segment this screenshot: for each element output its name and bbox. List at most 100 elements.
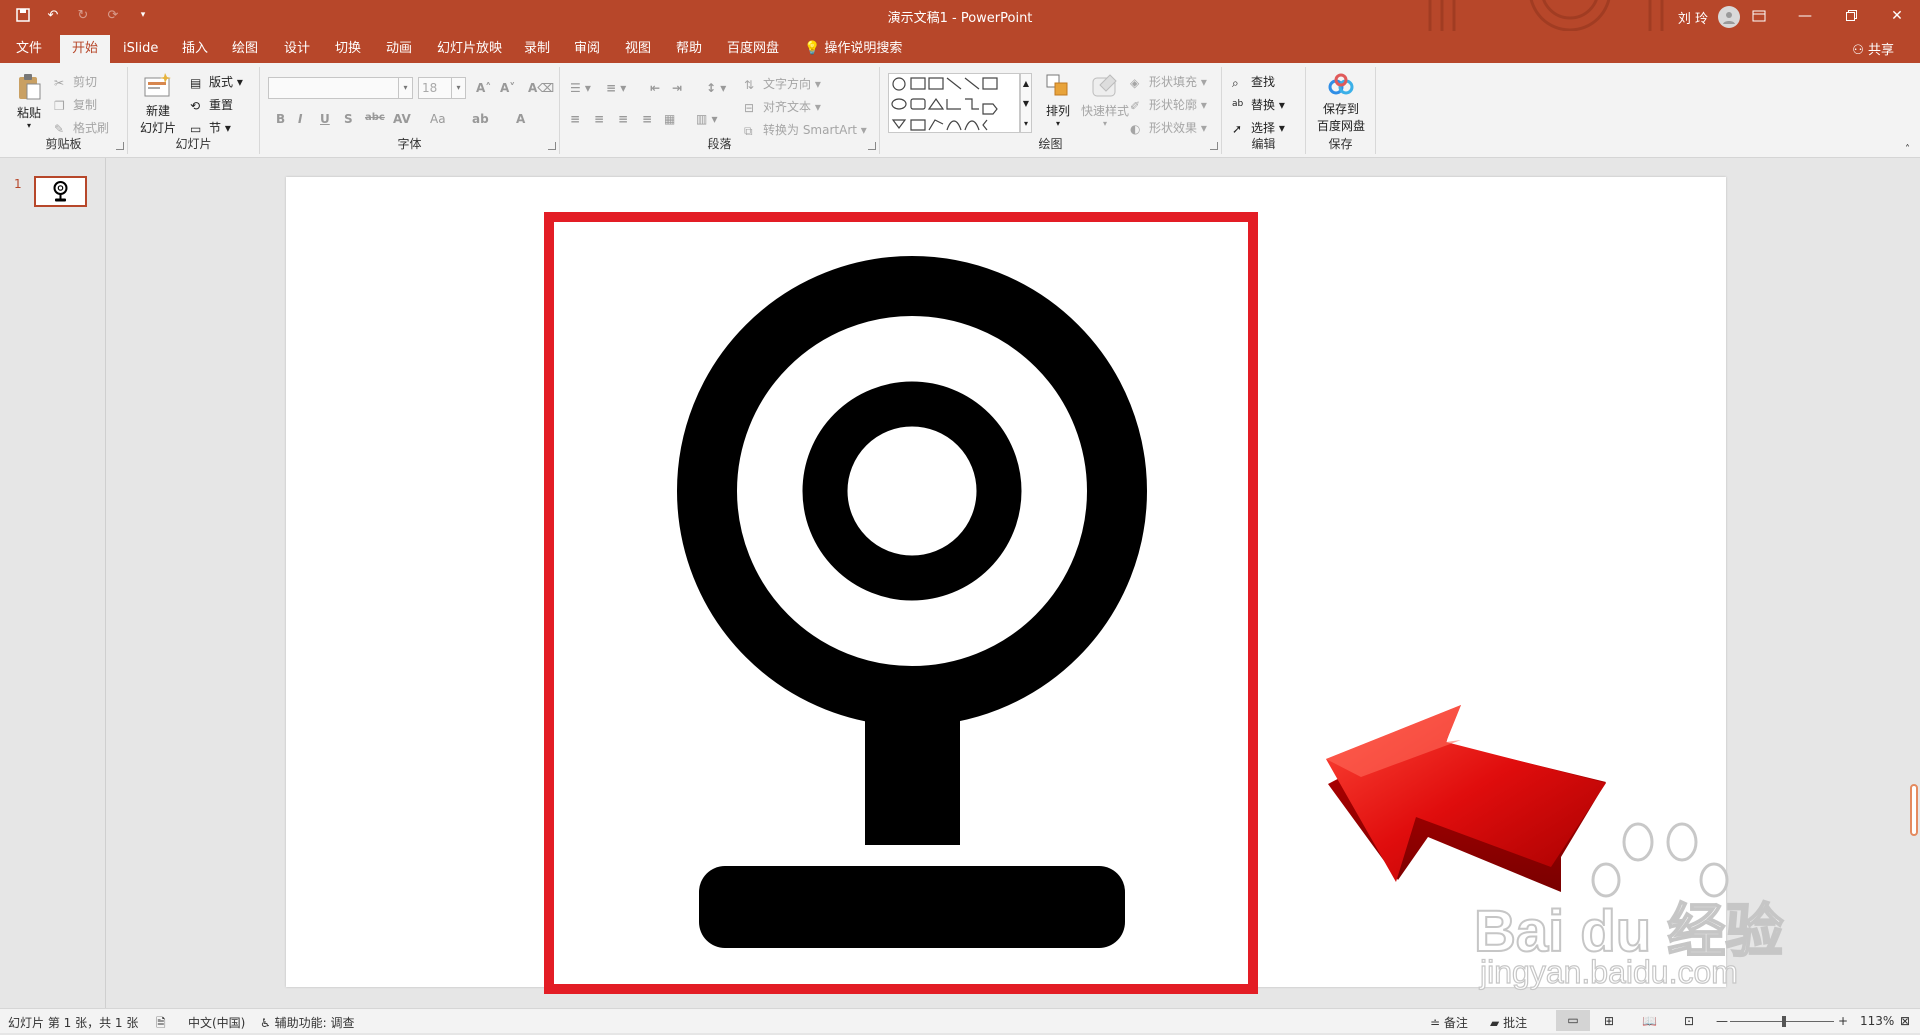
- title-bar: ↶ ↻ ⟳ ▾ 演示文稿1 - PowerPoint 刘 玲 — ✕: [0, 0, 1920, 31]
- user-account[interactable]: 刘 玲: [1678, 6, 1740, 28]
- vertical-scrollbar-thumb[interactable]: [1910, 784, 1918, 836]
- select-button[interactable]: ➚ 选择 ▾: [1232, 119, 1285, 136]
- font-launcher[interactable]: [548, 142, 556, 150]
- decrease-font-icon[interactable]: A˅: [500, 81, 515, 95]
- thumbnail-webcam-icon: [53, 181, 68, 202]
- decrease-indent-icon[interactable]: ⇤: [650, 81, 660, 95]
- language-indicator[interactable]: 中文(中国): [188, 1014, 245, 1031]
- font-size-combo[interactable]: 18 ▾: [418, 77, 466, 99]
- zoom-out-icon[interactable]: —: [1716, 1014, 1728, 1028]
- tab-draw[interactable]: 绘图: [232, 37, 258, 63]
- shape-fill-button[interactable]: ◈ 形状填充 ▾: [1130, 73, 1207, 90]
- tab-review[interactable]: 审阅: [574, 37, 600, 63]
- slide-canvas[interactable]: [286, 177, 1726, 994]
- align-center-icon[interactable]: ≡: [594, 112, 604, 126]
- slide-sorter-icon[interactable]: ⊞: [1604, 1014, 1614, 1028]
- align-left-icon[interactable]: ≡: [570, 112, 580, 126]
- tab-file[interactable]: 文件: [16, 37, 42, 63]
- italic-icon[interactable]: I: [298, 112, 302, 126]
- normal-view-icon[interactable]: ▭: [1556, 1010, 1590, 1031]
- line-spacing-icon[interactable]: ↕ ▾: [706, 81, 726, 95]
- close-icon[interactable]: ✕: [1874, 0, 1920, 31]
- copy-button[interactable]: ❐ 复制: [54, 96, 97, 113]
- font-color-icon[interactable]: A: [516, 112, 525, 126]
- change-case-icon[interactable]: Aa: [430, 112, 446, 126]
- zoom-in-icon[interactable]: +: [1838, 1014, 1848, 1028]
- tab-home[interactable]: 开始: [60, 35, 111, 63]
- fit-to-window-icon[interactable]: ⊠: [1900, 1014, 1910, 1028]
- drawing-launcher[interactable]: [1210, 142, 1218, 150]
- group-drawing: ▲ ▼ ▾ 排列 ▾ 快速样式 ▾ ◈ 形状填充 ▾ ✐ 形状轮廓 ▾ ◐ 形状效果 ▾ …: [880, 67, 1222, 154]
- strikethrough-icon[interactable]: abc: [365, 112, 385, 123]
- spell-check-icon[interactable]: 🗎: [156, 1014, 166, 1035]
- shape-effects-button[interactable]: ◐ 形状效果 ▾: [1130, 119, 1207, 136]
- layout-button[interactable]: ▤ 版式 ▾: [190, 73, 243, 90]
- collapse-ribbon-icon[interactable]: ˄: [1905, 144, 1910, 155]
- brush-icon: ✎: [54, 121, 65, 136]
- underline-icon[interactable]: U: [320, 112, 330, 126]
- red-arrow-icon[interactable]: [1326, 705, 1606, 892]
- tab-slideshow[interactable]: 幻灯片放映: [437, 37, 502, 63]
- notes-button[interactable]: ≐ 备注: [1430, 1014, 1468, 1031]
- zoom-slider-thumb[interactable]: [1782, 1016, 1786, 1027]
- minimize-icon[interactable]: —: [1782, 0, 1828, 31]
- tab-help[interactable]: 帮助: [676, 37, 702, 63]
- increase-font-icon[interactable]: A˄: [476, 81, 491, 95]
- share-button[interactable]: ⚇ 共享: [1852, 39, 1894, 58]
- align-right-icon[interactable]: ≡: [618, 112, 628, 126]
- bullets-icon[interactable]: ☰ ▾: [570, 81, 591, 95]
- shadow-icon[interactable]: S: [344, 112, 353, 126]
- highlight-icon[interactable]: ab: [472, 112, 489, 126]
- replace-button[interactable]: ab 替换 ▾: [1232, 96, 1285, 113]
- clear-format-icon[interactable]: A⌫: [528, 81, 554, 95]
- tab-view[interactable]: 视图: [625, 37, 651, 63]
- cut-button[interactable]: ✂ 剪切: [54, 73, 97, 90]
- bold-icon[interactable]: B: [276, 112, 285, 126]
- columns-icon[interactable]: ▥ ▾: [696, 112, 718, 126]
- text-direction-button[interactable]: ⇅ 文字方向 ▾: [744, 75, 821, 92]
- tell-me-search[interactable]: 💡 操作说明搜索: [804, 37, 902, 63]
- tab-islide[interactable]: iSlide: [123, 37, 158, 63]
- tab-insert[interactable]: 插入: [182, 37, 208, 63]
- quick-styles-button[interactable]: 快速样式 ▾: [1080, 73, 1130, 128]
- new-slide-button[interactable]: 新建 幻灯片: [136, 73, 180, 136]
- shape-effects-label: 形状效果: [1149, 121, 1198, 135]
- share-label: 共享: [1867, 43, 1894, 58]
- slideshow-icon[interactable]: ⊡: [1684, 1014, 1694, 1028]
- notes-icon: ≐: [1430, 1016, 1441, 1030]
- reading-view-icon[interactable]: 📖: [1642, 1014, 1657, 1028]
- shape-outline-button[interactable]: ✐ 形状轮廓 ▾: [1130, 96, 1207, 113]
- numbering-icon[interactable]: ≡ ▾: [606, 81, 626, 95]
- slide-thumbnail-pane: 1: [0, 158, 106, 1008]
- format-painter-button[interactable]: ✎ 格式刷: [54, 119, 109, 136]
- char-spacing-icon[interactable]: AV: [393, 112, 411, 126]
- font-name-combo[interactable]: ▾: [268, 77, 413, 99]
- shapes-gallery-scroll[interactable]: ▲ ▼ ▾: [1020, 73, 1032, 133]
- clipboard-launcher[interactable]: [116, 142, 124, 150]
- tab-animations[interactable]: 动画: [386, 37, 412, 63]
- zoom-level[interactable]: 113%: [1860, 1014, 1894, 1028]
- paste-button[interactable]: 粘贴 ▾: [14, 73, 44, 130]
- find-button[interactable]: ⌕ 查找: [1232, 73, 1275, 90]
- webcam-icon[interactable]: [677, 256, 1147, 948]
- tab-design[interactable]: 设计: [284, 37, 310, 63]
- distributed-icon[interactable]: ▦: [664, 112, 675, 126]
- tab-transitions[interactable]: 切换: [335, 37, 361, 63]
- ribbon-display-options-icon[interactable]: [1736, 0, 1782, 31]
- window-title: 演示文稿1 - PowerPoint: [887, 11, 1033, 26]
- restore-icon[interactable]: [1828, 0, 1874, 31]
- slide-thumbnail[interactable]: [34, 176, 87, 207]
- justify-icon[interactable]: ≡: [642, 112, 652, 126]
- align-text-button[interactable]: ⊟ 对齐文本 ▾: [744, 98, 821, 115]
- reset-button[interactable]: ⟲ 重置: [190, 96, 233, 113]
- comments-button[interactable]: ▰ 批注: [1490, 1014, 1527, 1031]
- accessibility-status[interactable]: ♿ 辅助功能: 调查: [260, 1014, 354, 1031]
- tab-baidu-netdisk[interactable]: 百度网盘: [727, 37, 779, 63]
- arrange-button[interactable]: 排列 ▾: [1040, 73, 1076, 128]
- increase-indent-icon[interactable]: ⇥: [672, 81, 682, 95]
- paragraph-launcher[interactable]: [868, 142, 876, 150]
- section-button[interactable]: ▭ 节 ▾: [190, 119, 231, 136]
- save-to-baidu-button[interactable]: 保存到 百度网盘: [1310, 73, 1372, 134]
- tab-record[interactable]: 录制: [524, 37, 550, 63]
- shapes-gallery[interactable]: [888, 73, 1020, 133]
